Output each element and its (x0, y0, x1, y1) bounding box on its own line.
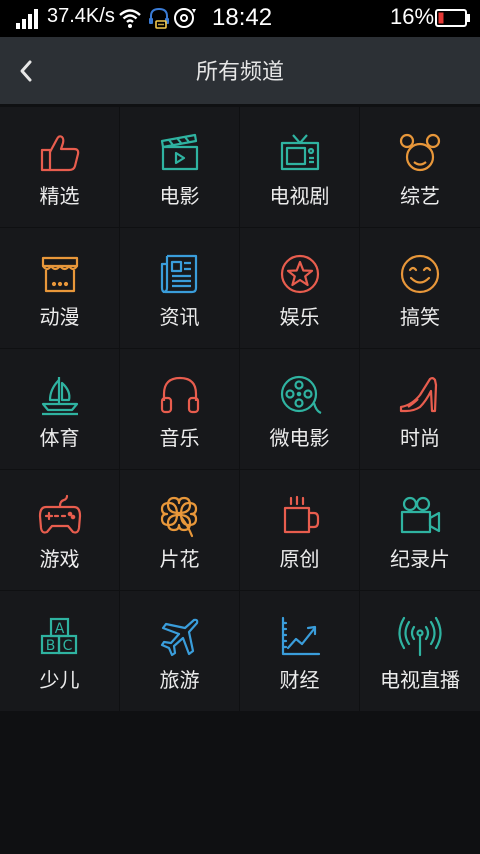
channel-label: 时尚 (400, 426, 440, 450)
channel-label: 电影 (159, 184, 200, 208)
channel-label: 搞笑 (400, 305, 440, 329)
channel-label: 综艺 (400, 184, 440, 208)
battery-icon (435, 9, 470, 27)
channel-label: 娱乐 (279, 305, 320, 329)
newspaper-icon (160, 254, 198, 294)
channel-item-yinyue[interactable]: 音乐 (120, 349, 239, 469)
clover-icon (160, 496, 198, 538)
header-bar: 所有频道 (0, 37, 480, 104)
channel-label: 财经 (279, 668, 320, 692)
channel-item-jingxuan[interactable]: 精选 (0, 107, 119, 227)
thumbs-up-icon (40, 135, 80, 172)
broadcast-antenna-icon (398, 616, 442, 657)
channel-item-caijing[interactable]: 财经 (240, 591, 359, 711)
channel-grid: 精选 电影 电视剧 综艺 动漫 资讯 娱乐 搞笑 体育 音乐 微电影 时尚 游戏… (0, 107, 480, 713)
clock: 18:42 (212, 4, 273, 31)
channel-label: 电视直播 (380, 668, 460, 692)
channel-item-zixun[interactable]: 资讯 (120, 228, 239, 348)
channel-label: 微电影 (269, 426, 330, 450)
wifi-icon (119, 9, 141, 28)
channel-item-dianshizhibo[interactable]: 电视直播 (360, 591, 480, 711)
gamepad-icon (38, 494, 82, 534)
channel-label: 音乐 (159, 426, 200, 450)
channel-item-youxi[interactable]: 游戏 (0, 470, 119, 590)
airplane-icon (160, 618, 199, 657)
channel-label: 片花 (159, 547, 200, 571)
channel-label: 电视剧 (269, 184, 330, 208)
channel-label: 游戏 (39, 547, 80, 571)
channel-item-weidianying[interactable]: 微电影 (240, 349, 359, 469)
status-bar: 37.4K/s 18:42 16% (0, 0, 480, 37)
channel-label: 少儿 (39, 668, 80, 692)
channel-item-shishang[interactable]: 时尚 (360, 349, 480, 469)
video-camera-icon (400, 496, 441, 534)
film-reel-icon (280, 375, 322, 415)
channel-label: 动漫 (39, 305, 80, 329)
block-letter-b: B (46, 638, 56, 654)
battery-percentage: 16% (390, 4, 435, 29)
sailboat-icon (41, 377, 79, 416)
clapperboard-icon (160, 133, 199, 171)
channel-label: 原创 (279, 547, 320, 571)
channel-item-yule[interactable]: 娱乐 (240, 228, 359, 348)
channel-item-shaoer[interactable]: A B C 少儿 (0, 591, 119, 711)
channel-item-pianhua[interactable]: 片花 (120, 470, 239, 590)
headset-notification-icon (149, 7, 169, 29)
block-letter-c: C (63, 638, 73, 654)
block-letter-a: A (55, 621, 65, 637)
headphones-icon (160, 376, 200, 414)
smiley-icon (400, 254, 440, 294)
disc-icon (174, 8, 196, 28)
channel-item-yuanchuang[interactable]: 原创 (240, 470, 359, 590)
line-chart-icon (281, 616, 321, 656)
channel-label: 纪录片 (390, 547, 450, 571)
channel-item-dianying[interactable]: 电影 (120, 107, 239, 227)
star-circle-icon (280, 254, 320, 294)
channel-label: 精选 (39, 184, 80, 208)
channel-item-lvyou[interactable]: 旅游 (120, 591, 239, 711)
channel-item-tiyu[interactable]: 体育 (0, 349, 119, 469)
channel-label: 体育 (39, 426, 80, 450)
channel-item-jilupian[interactable]: 纪录片 (360, 470, 480, 590)
abc-blocks-icon: A B C (40, 617, 78, 655)
high-heel-icon (399, 377, 438, 413)
channel-item-gaoxiao[interactable]: 搞笑 (360, 228, 480, 348)
channel-label: 资讯 (159, 305, 200, 329)
mouse-ears-icon (399, 133, 441, 172)
network-speed: 37.4K/s (47, 5, 115, 27)
channel-item-dongman[interactable]: 动漫 (0, 228, 119, 348)
page-title: 所有频道 (195, 60, 284, 85)
channel-item-zongyi[interactable]: 综艺 (360, 107, 480, 227)
shop-icon (41, 256, 79, 293)
channel-item-dianshiju[interactable]: 电视剧 (240, 107, 359, 227)
signal-icon (16, 9, 38, 29)
coffee-cup-icon (283, 495, 320, 534)
empty-bottom-area (0, 713, 480, 854)
tv-icon (280, 134, 320, 171)
channel-label: 旅游 (159, 668, 200, 692)
